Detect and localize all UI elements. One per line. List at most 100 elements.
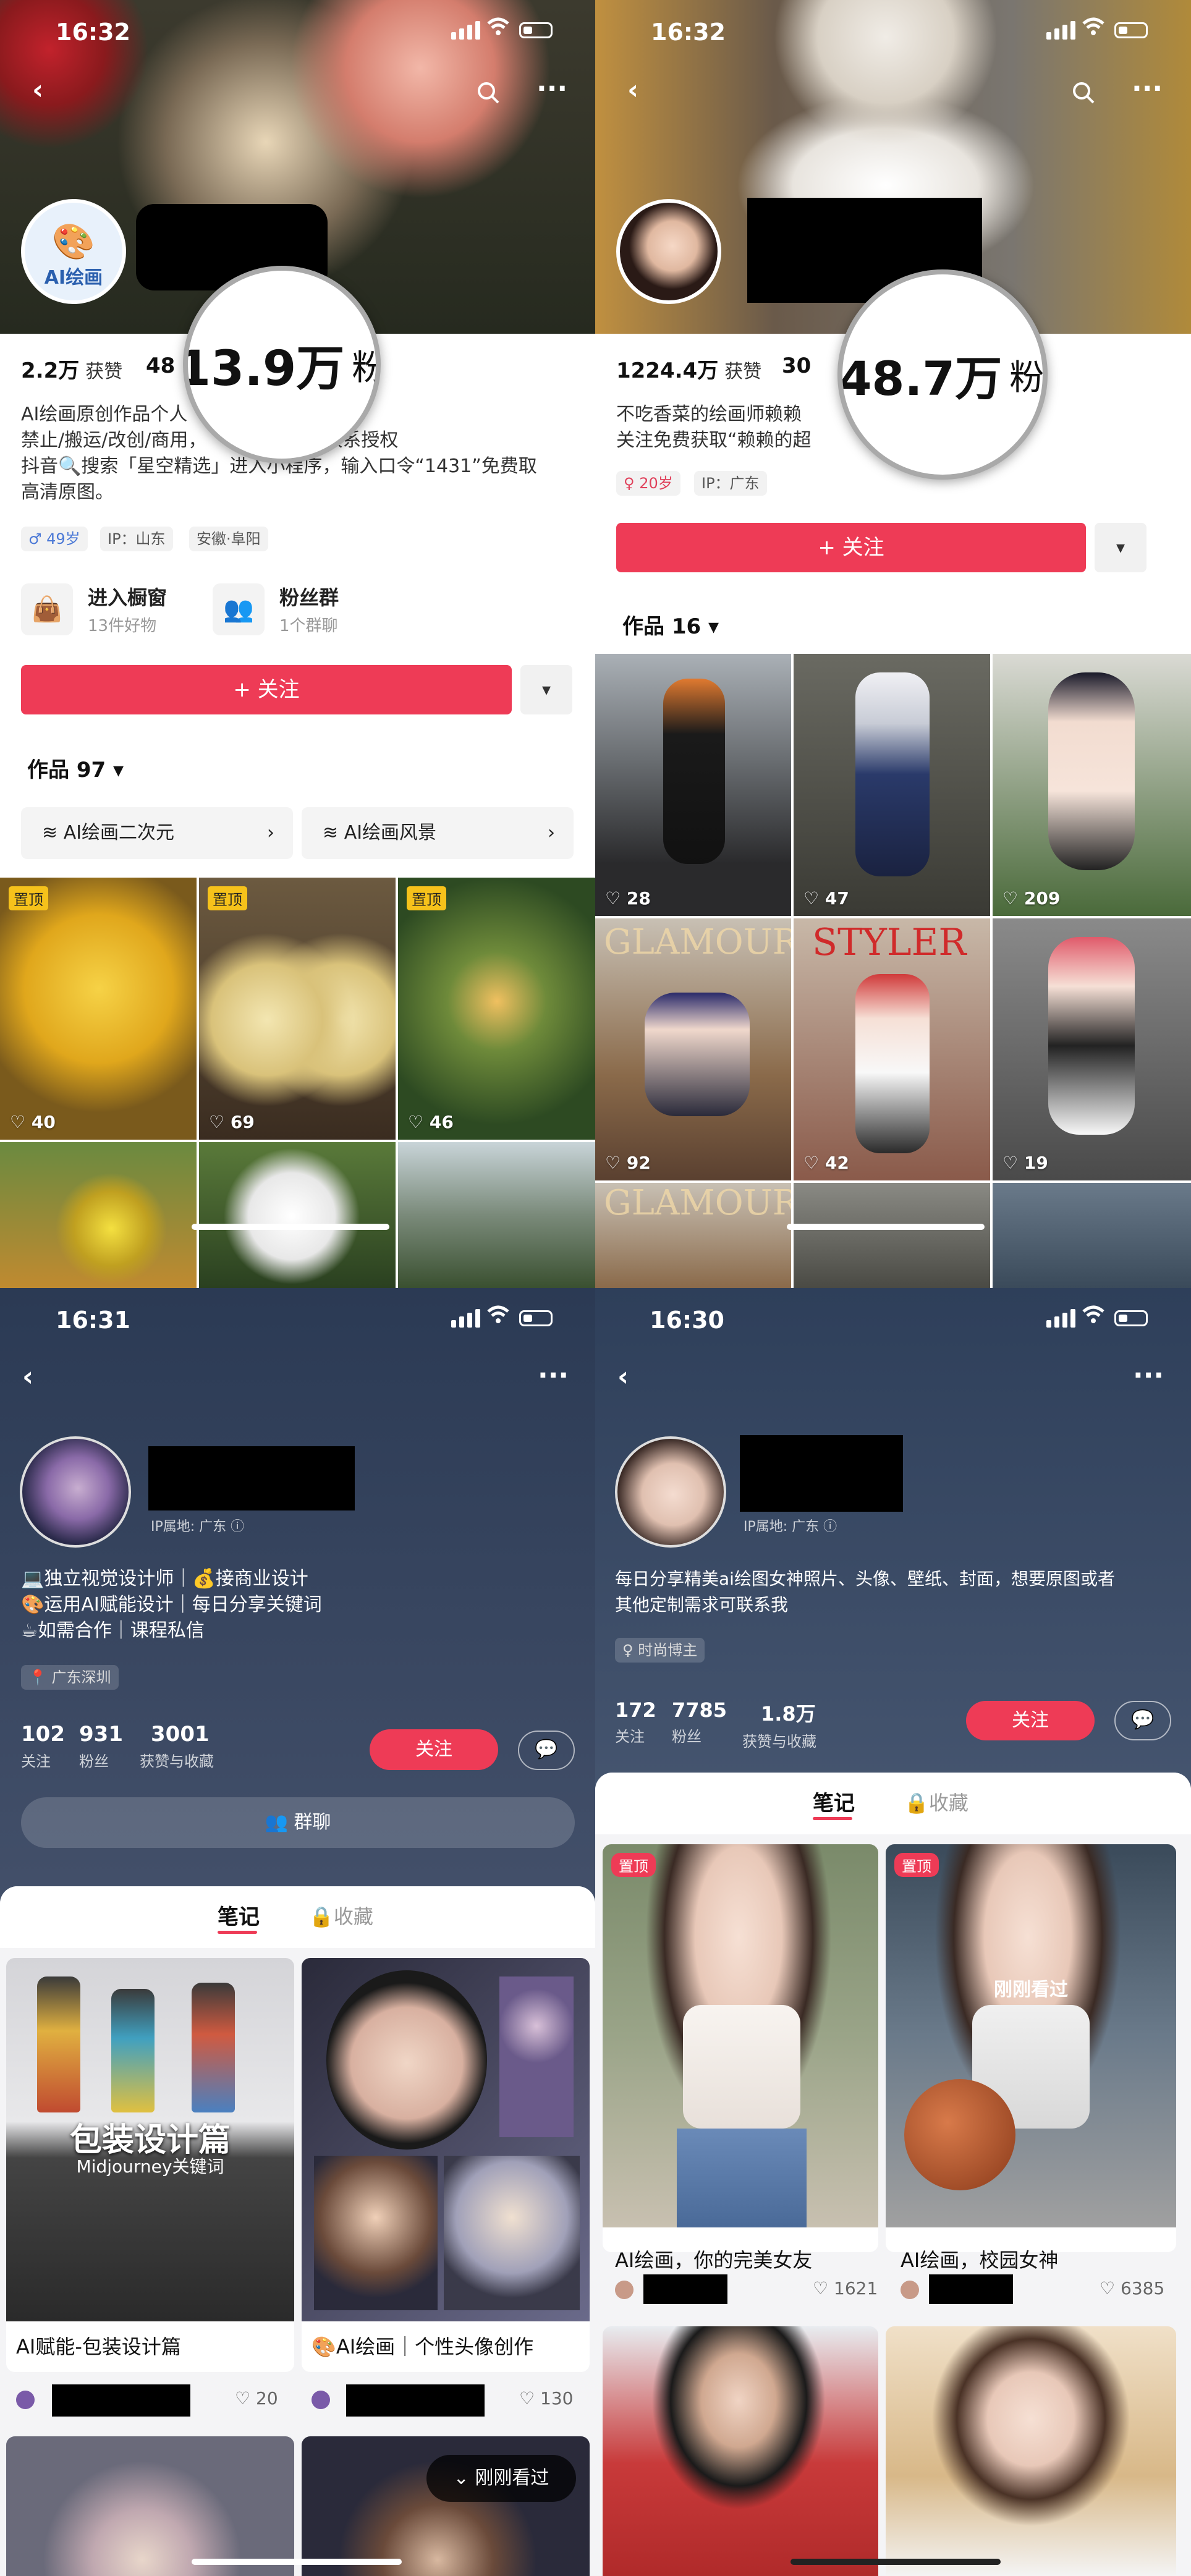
note-likes[interactable]: ♡ 20 [235, 2388, 278, 2409]
tab-collections-label: 收藏 [928, 1791, 968, 1815]
video-tile[interactable]: ♡ 28 [595, 654, 791, 916]
avatar[interactable] [615, 1436, 726, 1548]
works-tab[interactable]: 作品 16 ▾ [622, 609, 719, 640]
pinned-badge: 置顶 [208, 886, 247, 910]
collection-label: AI绘画风景 [344, 822, 437, 844]
tab-collections[interactable]: 🔒收藏 [904, 1787, 968, 1816]
video-tile[interactable]: ♡ 19 [993, 918, 1191, 1180]
note-cover: 置顶 刚刚看过 [886, 1844, 1176, 2227]
note-cover [302, 1958, 590, 2321]
works-tab[interactable]: 作品 97 ▾ [27, 753, 124, 783]
redacted-author [643, 2274, 727, 2304]
fans-group-entry[interactable]: 👥 粉丝群 1个群聊 [213, 578, 398, 640]
like-count: ♡ 28 [605, 888, 651, 909]
search-icon[interactable] [1071, 80, 1096, 105]
stat-following[interactable]: 172 关注 [615, 1698, 656, 1746]
panel-xiaohongshu-profile-1: 16:31 ‹ ··· IP属地: 广东 ⓘ 💻独立视觉设计师｜💰接商业设计 🎨… [0, 1288, 595, 2576]
video-tile[interactable] [398, 1142, 595, 1288]
video-tile[interactable] [794, 1183, 990, 1288]
fans-magnifier: 13.9万粉 [183, 266, 381, 464]
group-chat-button[interactable]: 👥 群聊 [21, 1797, 575, 1848]
bio-line: 🎨运用AI赋能设计｜每日分享关键词 [21, 1594, 322, 1616]
video-tile[interactable]: STYLER ♡ 42 [794, 918, 990, 1180]
video-tile[interactable]: 置顶 ♡ 46 [398, 878, 595, 1140]
shop-entry[interactable]: 👜 进入橱窗 13件好物 [21, 578, 206, 640]
tab-indicator [218, 1931, 257, 1934]
message-icon[interactable]: 💬 [518, 1731, 575, 1770]
note-likes[interactable]: ♡ 1621 [813, 2278, 878, 2298]
follow-button[interactable]: 关注 [966, 1701, 1095, 1740]
fans-value: 148.7万 [839, 351, 1002, 406]
ip-location: IP属地: 广东 ⓘ [151, 1519, 245, 1535]
dropdown-button[interactable]: ▾ [1095, 523, 1146, 572]
back-icon[interactable]: ‹ [617, 1361, 629, 1392]
note-card[interactable]: 包装设计篇 Midjourney关键词 AI赋能-包装设计篇 [6, 1958, 294, 2372]
note-likes[interactable]: ♡ 6385 [1100, 2278, 1164, 2298]
stat-following[interactable]: 102 关注 [21, 1722, 65, 1771]
basketball [904, 2079, 1015, 2190]
stat-value: 7785 [672, 1698, 727, 1722]
like-value: 69 [230, 1112, 255, 1132]
avatar[interactable]: 🎨 AI绘画 [21, 199, 126, 304]
collection-chip-anime[interactable]: ≋ AI绘画二次元 › [21, 807, 293, 859]
collection-chip-scenery[interactable]: ≋ AI绘画风景 › [302, 807, 574, 859]
signal-icon [451, 21, 480, 40]
stat-fans[interactable]: 7785 粉丝 [672, 1698, 727, 1746]
more-icon[interactable]: ··· [536, 73, 567, 104]
stat-fans[interactable]: 931 粉丝 [79, 1722, 123, 1771]
character-figure [1048, 937, 1135, 1135]
note-card[interactable] [6, 2436, 294, 2576]
back-icon[interactable]: ‹ [22, 1361, 33, 1392]
dropdown-button[interactable]: ▾ [520, 665, 572, 714]
more-icon[interactable]: ··· [538, 1360, 569, 1391]
pinned-badge: 置顶 [9, 886, 48, 910]
tab-bar [595, 1773, 1191, 1834]
note-likes[interactable]: ♡ 130 [519, 2388, 573, 2409]
tab-notes[interactable]: 笔记 [813, 1786, 855, 1816]
back-icon[interactable]: ‹ [32, 74, 43, 106]
like-count: ♡ 47 [803, 888, 849, 909]
video-tile[interactable]: GLAMOUR [595, 1183, 791, 1288]
video-tile[interactable]: GLAMOUR ♡ 92 [595, 918, 791, 1180]
recently-viewed-button[interactable]: ⌄ 刚刚看过 [426, 2455, 576, 2502]
message-icon[interactable]: 💬 [1114, 1701, 1171, 1740]
stat-likes-collects[interactable]: 1.8万 获赞与收藏 [742, 1698, 816, 1751]
wifi-icon [487, 1305, 509, 1323]
location-tag: 📍 广东深圳 [21, 1665, 119, 1690]
bottle-image [192, 1983, 235, 2112]
avatar[interactable] [20, 1436, 131, 1548]
back-icon[interactable]: ‹ [627, 74, 638, 106]
stat-likes-collects[interactable]: 3001 获赞与收藏 [140, 1722, 214, 1771]
video-tile[interactable] [199, 1142, 396, 1288]
tab-notes[interactable]: 笔记 [218, 1900, 260, 1930]
note-card[interactable] [886, 2326, 1176, 2576]
follow-button[interactable]: 关注 [370, 1729, 498, 1770]
video-tile[interactable]: ♡ 209 [993, 654, 1191, 916]
video-tile[interactable]: 置顶 ♡ 69 [199, 878, 396, 1140]
follow-button[interactable]: + 关注 [616, 523, 1086, 572]
search-icon[interactable] [476, 80, 501, 105]
note-card[interactable]: 置顶 刚刚看过 [886, 1844, 1176, 2252]
shopping-bag-icon: 👜 [21, 583, 73, 635]
home-indicator [192, 2559, 402, 2565]
video-tile[interactable]: 置顶 ♡ 40 [0, 878, 197, 1140]
follow-button[interactable]: + 关注 [21, 665, 512, 714]
note-card[interactable]: 置顶 [603, 1844, 878, 2252]
bio: 💻独立视觉设计师｜💰接商业设计 🎨运用AI赋能设计｜每日分享关键词 ☕如需合作｜… [21, 1566, 322, 1644]
more-icon[interactable]: ··· [1132, 73, 1163, 104]
video-tile[interactable]: ♡ 47 [794, 654, 990, 916]
video-tile[interactable] [993, 1183, 1191, 1288]
avatar-art [444, 2156, 580, 2310]
like-count: ♡ 19 [1002, 1153, 1048, 1173]
avatar[interactable] [616, 199, 721, 304]
note-card[interactable]: 🎨AI绘画｜个性头像创作 [302, 1958, 590, 2372]
pinned-badge: 置顶 [611, 1853, 656, 1877]
redacted-username [148, 1446, 355, 1510]
tile-text: STYLER [812, 921, 967, 964]
video-tile[interactable] [0, 1142, 197, 1288]
redacted-username [740, 1435, 903, 1512]
note-card[interactable] [603, 2326, 878, 2576]
tab-collections[interactable]: 🔒收藏 [309, 1901, 373, 1930]
group-icon: 👥 [265, 1811, 294, 1833]
more-icon[interactable]: ··· [1133, 1360, 1164, 1391]
